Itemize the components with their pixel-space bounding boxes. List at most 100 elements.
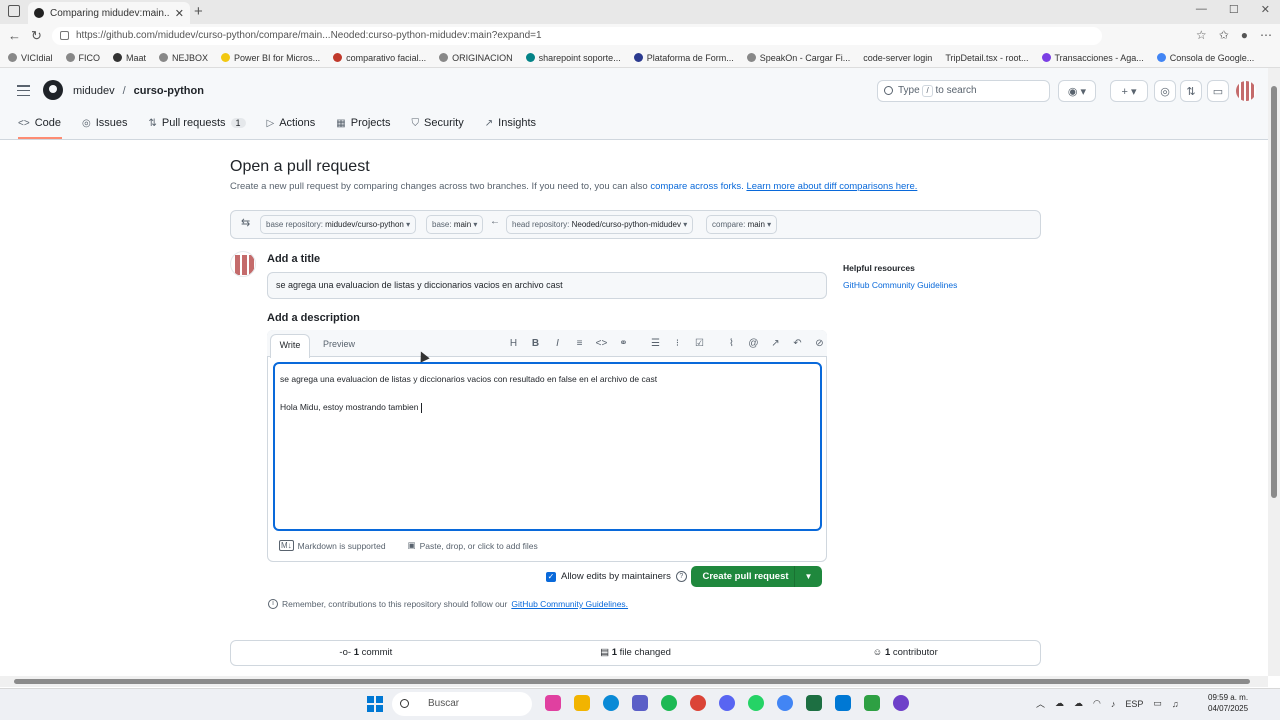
issues-button[interactable]: ◎: [1154, 80, 1176, 102]
tab-security[interactable]: ⛉ Security: [412, 116, 464, 130]
new-tab-icon[interactable]: +: [194, 3, 203, 20]
pull-requests-button[interactable]: ⇅: [1180, 80, 1202, 102]
refresh-icon[interactable]: ↻: [31, 28, 42, 44]
copilot-app-icon[interactable]: [545, 695, 561, 711]
tab-insights[interactable]: ↗ Insights: [485, 116, 536, 130]
bookmark-item[interactable]: NEJBOX: [159, 53, 208, 63]
maximize-icon[interactable]: ☐: [1229, 3, 1239, 16]
windows-start-icon[interactable]: [367, 696, 383, 712]
code-icon[interactable]: <>: [594, 337, 609, 351]
back-icon[interactable]: ←: [8, 28, 21, 43]
tab-pull-requests[interactable]: ⇅ Pull requests 1: [149, 116, 246, 130]
head-repository-select[interactable]: head repository: Neoded/curso-python-mid…: [506, 215, 694, 234]
teams-icon[interactable]: [632, 695, 648, 711]
taskbar-search[interactable]: Buscar: [392, 692, 532, 716]
base-branch-select[interactable]: base: main ▾: [426, 215, 484, 234]
inbox-button[interactable]: ▭: [1207, 80, 1229, 102]
bookmark-item[interactable]: sharepoint soporte...: [525, 53, 621, 63]
profile-icon[interactable]: ●: [1241, 28, 1248, 42]
vscode-icon[interactable]: [835, 695, 851, 711]
create-new-button[interactable]: + ▾: [1110, 80, 1148, 102]
favorites-icon[interactable]: ✩: [1219, 28, 1229, 42]
chevron-up-icon[interactable]: ︿: [1036, 697, 1045, 710]
browser-tab[interactable]: Comparing midudev:main...Neod ✕: [28, 2, 190, 24]
wifi-icon[interactable]: ◠: [1093, 698, 1101, 709]
favorite-star-icon[interactable]: ☆: [1196, 28, 1207, 42]
battery-icon[interactable]: ▭: [1153, 698, 1162, 709]
chrome-icon[interactable]: [690, 695, 706, 711]
bookmark-item[interactable]: Plataforma de Form...: [633, 53, 734, 63]
quote-icon[interactable]: ≡: [572, 337, 587, 351]
chevron-down-icon[interactable]: ▼: [794, 566, 822, 587]
bookmark-item[interactable]: Transacciones - Aga...: [1041, 53, 1144, 63]
bookmark-item[interactable]: ORIGINACION: [439, 53, 513, 63]
help-icon[interactable]: ?: [675, 571, 687, 582]
unordered-list-icon[interactable]: ⁝: [670, 337, 685, 351]
compare-across-forks-link[interactable]: compare across forks.: [650, 181, 743, 192]
compare-branch-select[interactable]: compare: main ▾: [706, 215, 778, 234]
edge-icon[interactable]: [603, 695, 619, 711]
bookmark-item[interactable]: comparativo facial...: [333, 53, 426, 63]
learn-more-link[interactable]: Learn more about diff comparisons here.: [746, 181, 917, 192]
italic-icon[interactable]: I: [550, 337, 565, 351]
base-repository-select[interactable]: base repository: midudev/curso-python ▾: [260, 215, 417, 234]
community-guidelines-link[interactable]: GitHub Community Guidelines: [843, 280, 957, 290]
create-pull-request-button[interactable]: Create pull request ▼: [691, 566, 822, 587]
attach-files-button[interactable]: ▣ Paste, drop, or click to add files: [408, 540, 538, 551]
tab-issues[interactable]: ◎ Issues: [82, 116, 128, 130]
attach-icon[interactable]: ⌇: [724, 337, 739, 351]
heading-icon[interactable]: H: [506, 337, 521, 351]
whatsapp-icon[interactable]: [748, 695, 764, 711]
markdown-supported-link[interactable]: M↓ Markdown is supported: [279, 540, 386, 551]
url-field[interactable]: https://github.com/midudev/curso-python/…: [52, 27, 1102, 45]
task-list-icon[interactable]: ☑: [692, 337, 707, 351]
github-desktop-icon[interactable]: [893, 695, 909, 711]
horizontal-scrollbar[interactable]: [0, 676, 1268, 687]
copilot-button[interactable]: ◉ ▾: [1058, 80, 1096, 102]
tab-code[interactable]: <> Code: [18, 116, 61, 130]
guidelines-link[interactable]: GitHub Community Guidelines.: [511, 599, 628, 609]
owner-link[interactable]: midudev: [73, 85, 115, 97]
file-explorer-icon[interactable]: [574, 695, 590, 711]
discord-icon[interactable]: [719, 695, 735, 711]
spotify-icon[interactable]: [661, 695, 677, 711]
taskbar-clock[interactable]: 09:59 a. m. 04/07/2025: [1208, 692, 1248, 714]
bookmark-item[interactable]: FICO: [65, 53, 100, 63]
description-textarea[interactable]: se agrega una evaluacion de listas y dic…: [273, 362, 822, 531]
bookmark-item[interactable]: Maat: [113, 53, 146, 63]
bookmark-item[interactable]: SpeakOn - Cargar Fi...: [746, 53, 850, 63]
bookmark-item[interactable]: Power BI for Micros...: [221, 53, 320, 63]
bookmark-item[interactable]: TripDetail.tsx - root...: [945, 53, 1028, 63]
search-input[interactable]: Type / to search: [877, 80, 1050, 102]
slash-command-icon[interactable]: ⊘: [812, 337, 827, 351]
ordered-list-icon[interactable]: ☰: [648, 337, 663, 351]
repo-link[interactable]: curso-python: [134, 85, 204, 97]
tab-actions[interactable]: ▷ Actions: [267, 116, 316, 130]
contributors-summary[interactable]: ☺ 1 contributor: [770, 641, 1040, 665]
android-icon[interactable]: [864, 695, 880, 711]
reference-icon[interactable]: ↗: [768, 337, 783, 351]
microphone-icon[interactable]: ♪: [1111, 699, 1116, 709]
title-input[interactable]: se agrega una evaluacion de listas y dic…: [267, 272, 827, 299]
files-summary[interactable]: ▤ 1 file changed: [501, 641, 771, 665]
mention-icon[interactable]: @: [746, 337, 761, 351]
minimize-icon[interactable]: —: [1196, 3, 1207, 16]
onedrive-icon[interactable]: ☁: [1074, 698, 1083, 709]
vertical-scrollbar[interactable]: [1268, 68, 1280, 676]
bookmark-item[interactable]: VICIdial: [8, 53, 53, 63]
excel-icon[interactable]: [806, 695, 822, 711]
tab-actions-icon[interactable]: [8, 5, 20, 17]
allow-edits-checkbox[interactable]: ✓: [546, 571, 556, 582]
tab-write[interactable]: Write: [270, 334, 310, 358]
language-indicator[interactable]: ESP: [1125, 699, 1143, 709]
close-tab-icon[interactable]: ✕: [175, 7, 184, 20]
bookmark-item[interactable]: code-server login: [863, 53, 932, 63]
reply-icon[interactable]: ↶: [790, 337, 805, 351]
bookmark-item[interactable]: Consola de Google...: [1156, 53, 1254, 63]
chrome-alt-icon[interactable]: [777, 695, 793, 711]
menu-icon[interactable]: [17, 85, 30, 96]
tab-preview[interactable]: Preview: [323, 339, 355, 349]
volume-icon[interactable]: ♫: [1172, 699, 1179, 709]
user-avatar[interactable]: [1236, 81, 1256, 101]
link-icon[interactable]: ⚭: [616, 337, 631, 351]
